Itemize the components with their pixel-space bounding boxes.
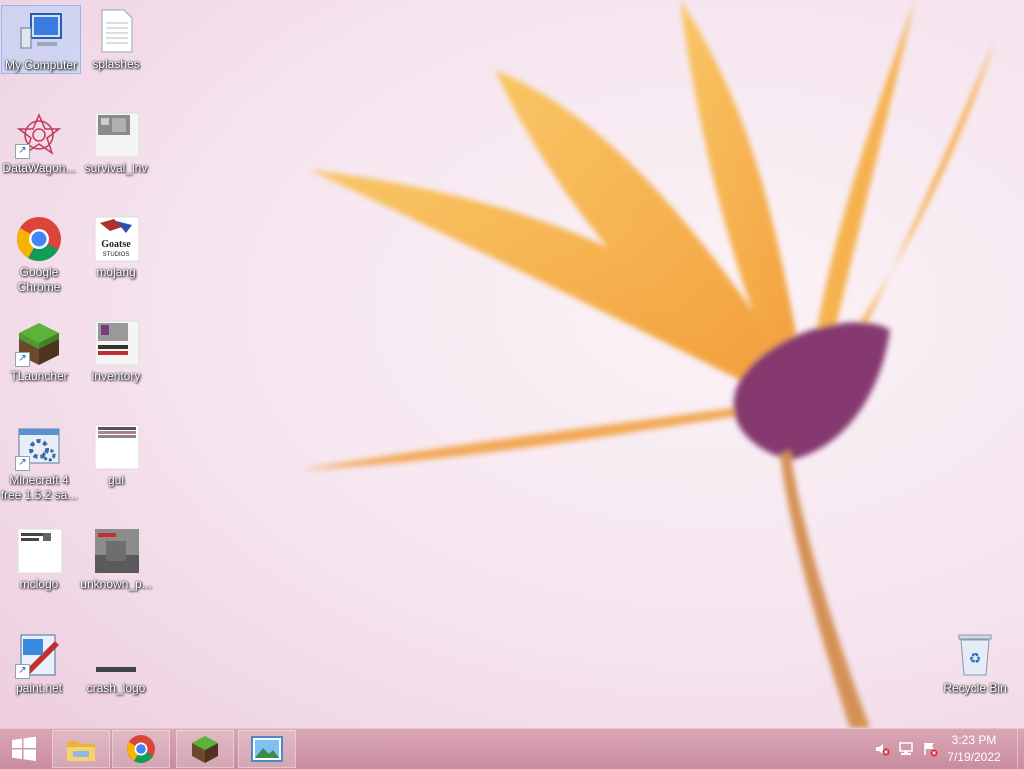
start-button[interactable]: [0, 730, 48, 768]
paint-net-icon: ↗: [15, 631, 63, 679]
desktop-icon-paint-net[interactable]: ↗ paint.net: [0, 629, 78, 696]
desktop-icon-label: Recycle Bin: [943, 681, 1007, 695]
recycle-bin-icon: ♻: [951, 631, 999, 679]
taskbar-clock[interactable]: 3:23 PM 7/19/2022: [938, 732, 1010, 766]
shortcut-arrow-icon: ↗: [15, 664, 30, 679]
desktop-icon-unknown-pack[interactable]: unknown_p...: [77, 525, 155, 592]
desktop-icon-survival-inv[interactable]: survival_inv: [77, 109, 155, 176]
clock-date: 7/19/2022: [947, 750, 1001, 764]
taskbar-file-explorer[interactable]: [52, 730, 110, 768]
windows-logo-icon: [12, 736, 36, 761]
desktop-icon-label: crash_logo: [86, 681, 146, 695]
desktop-icon-label: mclogo: [19, 577, 59, 591]
desktop-icon-mojang[interactable]: Goatse STUDIOS mojang: [77, 213, 155, 280]
shortcut-arrow-icon: ↗: [15, 144, 30, 159]
clock-time: 3:23 PM: [951, 733, 997, 747]
minecraft-icon: [192, 736, 218, 763]
image-file-icon: Goatse STUDIOS: [92, 215, 140, 263]
desktop-icon-label: Google Chrome: [17, 265, 61, 294]
desktop-icon-label: TLauncher: [10, 369, 68, 383]
svg-text:♻: ♻: [969, 651, 982, 667]
datawagon-icon: ↗: [15, 111, 63, 159]
network-icon[interactable]: [898, 741, 914, 757]
desktop-icon-splashes[interactable]: splashes: [77, 5, 155, 72]
computer-icon: [17, 8, 65, 56]
file-explorer-icon: [67, 741, 95, 761]
image-file-icon: [92, 527, 140, 575]
desktop-icon-label: splashes: [92, 57, 140, 71]
volume-muted-icon[interactable]: [874, 741, 890, 757]
chrome-icon: [127, 735, 155, 763]
image-file-icon: [15, 527, 63, 575]
desktop-icon-label: DataWagon...: [2, 161, 76, 175]
setup-program-icon: ↗: [15, 423, 63, 471]
desktop-icon-label: unknown_p...: [80, 577, 152, 591]
desktop-icon-mclogo[interactable]: mclogo: [0, 525, 78, 592]
desktop-icon-datawagon[interactable]: ↗ DataWagon...: [0, 109, 78, 176]
text-file-icon: [92, 7, 140, 55]
desktop-icon-label: inventory: [91, 369, 141, 383]
image-file-icon: [92, 111, 140, 159]
image-file-icon: [92, 423, 140, 471]
desktop-icon-label: paint.net: [15, 681, 63, 695]
chrome-icon: [15, 215, 63, 263]
action-center-icon[interactable]: [922, 741, 938, 757]
taskbar-chrome[interactable]: [112, 730, 170, 768]
desktop-icon-gui[interactable]: gui: [77, 421, 155, 488]
svg-text:STUDIOS: STUDIOS: [103, 252, 130, 258]
desktop-icon-tlauncher[interactable]: ↗ TLauncher: [0, 317, 78, 384]
show-desktop-button[interactable]: [1017, 729, 1024, 769]
taskbar-minecraft[interactable]: [176, 730, 234, 768]
taskbar-photos[interactable]: [238, 730, 296, 768]
desktop-icon-my-computer[interactable]: My Computer: [1, 5, 81, 74]
desktop-icon-google-chrome[interactable]: Google Chrome: [0, 213, 78, 295]
photos-icon: [251, 736, 283, 762]
desktop-icon-crash-logo[interactable]: crash_logo: [77, 629, 155, 696]
taskbar: 3:23 PM 7/19/2022: [0, 728, 1024, 769]
desktop-icon-recycle-bin[interactable]: ♻ Recycle Bin: [936, 629, 1014, 696]
desktop-icon-label: mojang: [96, 265, 136, 279]
shortcut-arrow-icon: ↗: [15, 352, 30, 367]
desktop-icon-label: survival_inv: [84, 161, 148, 175]
minecraft-block-icon: ↗: [15, 319, 63, 367]
image-file-icon: [92, 319, 140, 367]
svg-text:Goatse: Goatse: [101, 239, 131, 250]
desktop-icon-label: My Computer: [4, 58, 78, 72]
desktop-icon-minecraft-4-free[interactable]: ↗ Minecraft 4 free 1.5.2 sa...: [0, 421, 78, 503]
shortcut-arrow-icon: ↗: [15, 456, 30, 471]
desktop-icon-inventory[interactable]: inventory: [77, 317, 155, 384]
image-file-icon: [92, 631, 140, 679]
desktop-icon-label: gui: [107, 473, 124, 487]
desktop-icon-label: Minecraft 4 free 1.5.2 sa...: [0, 473, 78, 502]
